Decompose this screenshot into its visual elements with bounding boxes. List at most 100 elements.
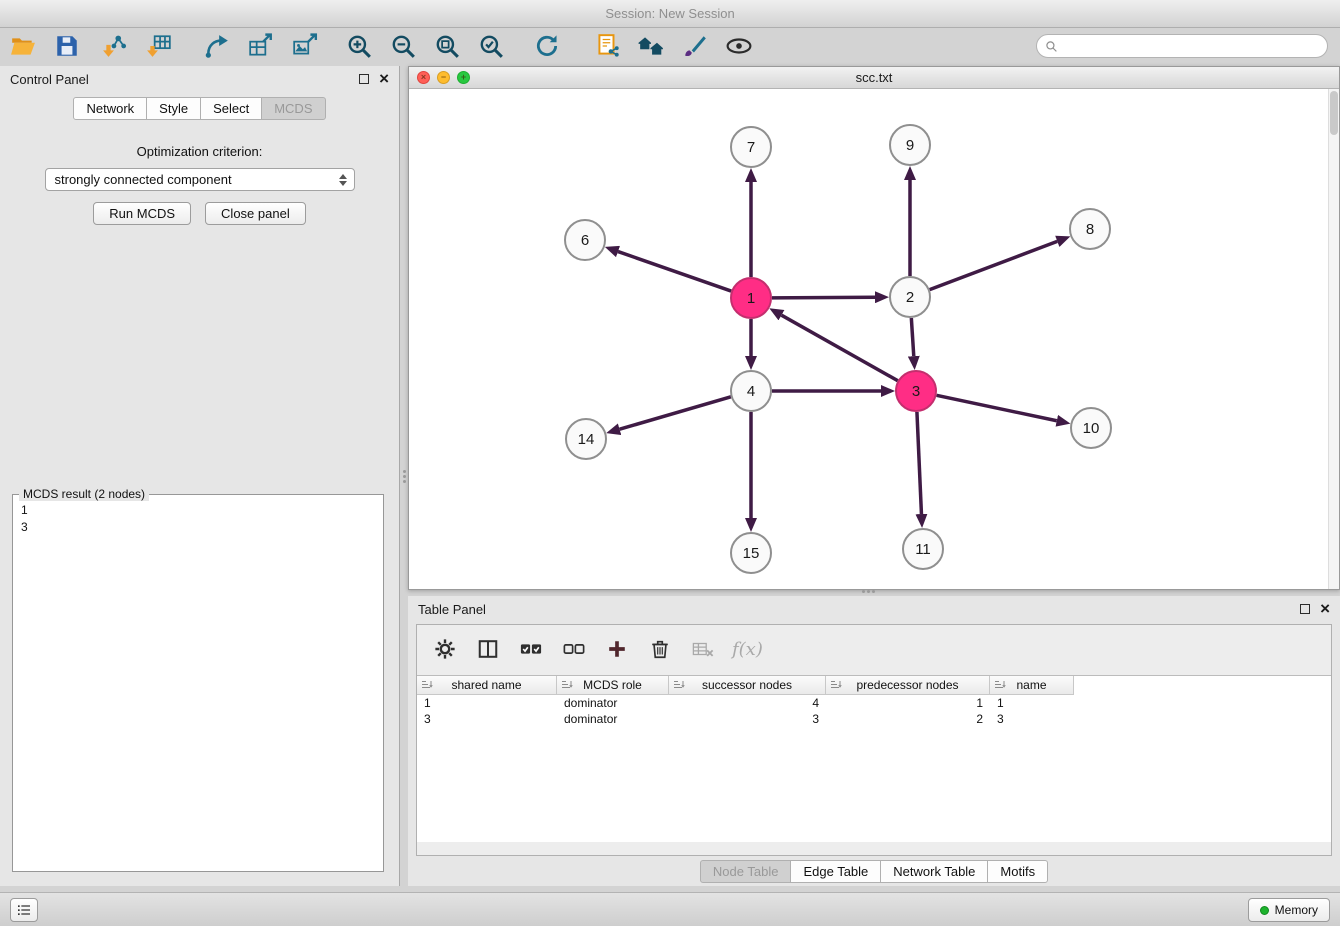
control-panel: Control Panel × NetworkStyleSelectMCDS O… (0, 66, 400, 886)
zoom-in-icon[interactable] (344, 31, 374, 61)
zoom-selected-icon[interactable] (476, 31, 506, 61)
close-panel-icon[interactable]: × (379, 72, 389, 86)
graph-node-14[interactable]: 14 (566, 419, 606, 459)
show-hide-graphics-icon[interactable] (724, 31, 754, 61)
search-input[interactable] (1063, 39, 1319, 54)
delete-column-icon[interactable] (689, 635, 717, 663)
import-network-icon[interactable] (100, 31, 130, 61)
tab-mcds[interactable]: MCDS (261, 97, 325, 120)
task-history-button[interactable] (10, 898, 38, 922)
graph-edge-3-10[interactable] (937, 395, 1057, 420)
export-network-icon[interactable] (202, 31, 232, 61)
export-table-icon[interactable] (246, 31, 276, 61)
table-panel-tabs: Node TableEdge TableNetwork TableMotifs (408, 860, 1340, 883)
dropdown-stepper-icon (336, 169, 351, 190)
column-header-shared-name[interactable]: shared name (417, 676, 557, 695)
show-columns-icon[interactable] (474, 635, 502, 663)
sort-icon (561, 679, 573, 691)
graph-edge-1-2[interactable] (772, 297, 875, 298)
window-title: Session: New Session (605, 6, 734, 21)
function-builder-icon[interactable]: f(x) (732, 639, 763, 660)
graph-node-8[interactable]: 8 (1070, 209, 1110, 249)
graph-node-9[interactable]: 9 (890, 125, 930, 165)
graph-edge-3-11[interactable] (917, 412, 922, 514)
svg-text:9: 9 (906, 137, 914, 154)
svg-text:3: 3 (912, 383, 920, 400)
float-table-panel-icon[interactable] (1300, 604, 1310, 614)
column-header-predecessor-nodes[interactable]: predecessor nodes (826, 676, 990, 695)
select-all-columns-icon[interactable] (517, 635, 545, 663)
mcds-result-list[interactable]: 13 (13, 495, 383, 543)
tab-node-table[interactable]: Node Table (700, 860, 792, 883)
first-neighbors-icon[interactable] (636, 31, 666, 61)
tab-network-table[interactable]: Network Table (880, 860, 988, 883)
table-row[interactable]: 1dominator411 (417, 695, 1331, 711)
memory-status-icon (1260, 906, 1269, 915)
graph-edge-2-8[interactable] (930, 241, 1058, 289)
svg-text:8: 8 (1086, 221, 1094, 238)
graph-edge-1-6[interactable] (618, 252, 731, 292)
export-image-icon[interactable] (290, 31, 320, 61)
graph-edge-4-14[interactable] (620, 397, 731, 429)
column-header-successor-nodes[interactable]: successor nodes (669, 676, 826, 695)
graph-node-11[interactable]: 11 (903, 529, 943, 569)
main-toolbar (0, 28, 1340, 66)
open-file-icon[interactable] (8, 31, 38, 61)
mcds-result-line: 1 (21, 502, 375, 519)
graph-node-15[interactable]: 15 (731, 533, 771, 573)
table-settings-gear-icon[interactable] (431, 635, 459, 663)
zoom-fit-icon[interactable] (432, 31, 462, 61)
delete-row-trash-icon[interactable] (646, 635, 674, 663)
column-label: name (1016, 678, 1046, 692)
search-box[interactable] (1036, 34, 1328, 58)
graph-node-3[interactable]: 3 (896, 371, 936, 411)
unselect-all-columns-icon[interactable] (560, 635, 588, 663)
copy-network-view-icon[interactable] (592, 31, 622, 61)
tab-network[interactable]: Network (73, 97, 147, 120)
graph-node-6[interactable]: 6 (565, 220, 605, 260)
network-window-titlebar[interactable]: × − + scc.txt (409, 67, 1339, 89)
horizontal-splitter-handle[interactable] (858, 588, 878, 594)
window-close-icon[interactable]: × (417, 71, 430, 84)
network-canvas[interactable]: 7 9 6 8 1 2 4 3 14 10 15 11 (409, 89, 1339, 589)
column-header-mcds-role[interactable]: MCDS role (557, 676, 669, 695)
svg-text:2: 2 (906, 289, 914, 306)
close-panel-button[interactable]: Close panel (205, 202, 306, 225)
window-zoom-icon[interactable]: + (457, 71, 470, 84)
graph-edge-3-1[interactable] (781, 315, 897, 381)
tab-style[interactable]: Style (146, 97, 201, 120)
float-panel-icon[interactable] (359, 74, 369, 84)
criterion-dropdown[interactable]: strongly connected component (45, 168, 355, 191)
network-vertical-scrollbar[interactable] (1328, 89, 1339, 589)
zoom-out-icon[interactable] (388, 31, 418, 61)
save-session-icon[interactable] (52, 31, 82, 61)
graph-node-10[interactable]: 10 (1071, 408, 1111, 448)
graph-node-2[interactable]: 2 (890, 277, 930, 317)
column-header-name[interactable]: name (990, 676, 1074, 695)
tab-motifs[interactable]: Motifs (987, 860, 1048, 883)
tab-select[interactable]: Select (200, 97, 262, 120)
table-row[interactable]: 3dominator323 (417, 711, 1331, 727)
close-table-panel-icon[interactable]: × (1320, 602, 1330, 616)
column-label: shared name (451, 678, 521, 692)
memory-button[interactable]: Memory (1248, 898, 1330, 922)
graph-edge-2-3[interactable] (911, 318, 913, 356)
apply-style-icon[interactable] (680, 31, 710, 61)
graph-node-4[interactable]: 4 (731, 371, 771, 411)
tab-edge-table[interactable]: Edge Table (790, 860, 881, 883)
graph-node-1[interactable]: 1 (731, 278, 771, 318)
svg-text:7: 7 (747, 139, 755, 156)
table-body: 1dominator4113dominator323 (417, 695, 1331, 727)
svg-text:15: 15 (743, 545, 760, 562)
import-table-icon[interactable] (144, 31, 174, 61)
memory-button-label: Memory (1275, 903, 1318, 917)
refresh-icon[interactable] (532, 31, 562, 61)
graph-node-7[interactable]: 7 (731, 127, 771, 167)
column-label: MCDS role (583, 678, 642, 692)
window-minimize-icon[interactable]: − (437, 71, 450, 84)
run-mcds-button[interactable]: Run MCDS (93, 202, 191, 225)
add-column-icon[interactable] (603, 635, 631, 663)
vertical-splitter-handle[interactable] (400, 468, 408, 484)
control-panel-tabs: NetworkStyleSelectMCDS (0, 97, 399, 120)
network-window-title: scc.txt (856, 70, 893, 85)
